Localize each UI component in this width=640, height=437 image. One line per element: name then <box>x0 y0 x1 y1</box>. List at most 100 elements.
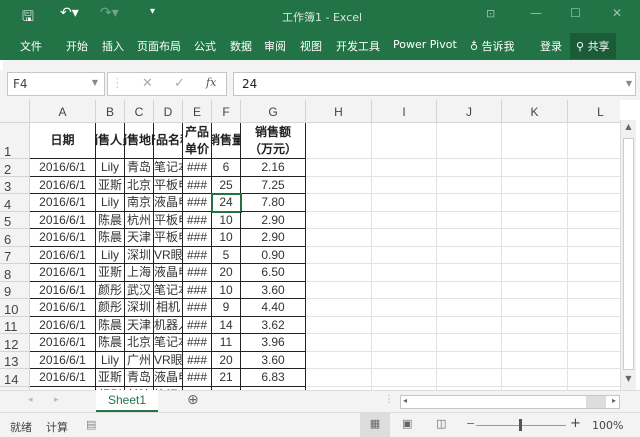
row-header[interactable]: 13 <box>0 351 30 369</box>
scroll-down-icon[interactable]: ▼ <box>622 374 635 388</box>
cell[interactable]: 平板电脑 <box>154 211 183 229</box>
row-header[interactable]: 8 <box>0 264 30 282</box>
empty-cell[interactable] <box>502 246 568 264</box>
column-header[interactable]: A <box>30 100 96 123</box>
cell[interactable]: 6 <box>212 159 241 177</box>
column-header[interactable]: J <box>437 100 502 123</box>
empty-cell[interactable] <box>568 247 620 264</box>
cell[interactable]: VR眼镜 <box>154 246 183 264</box>
column-header[interactable]: L <box>568 100 620 123</box>
formula-input[interactable]: 24 <box>233 72 636 96</box>
cell[interactable]: 2016/6/1 <box>30 159 96 177</box>
cell[interactable]: 6.50 <box>241 264 306 282</box>
cell[interactable]: 青岛 <box>125 159 154 177</box>
empty-cell[interactable] <box>502 176 568 194</box>
empty-cell[interactable] <box>306 229 372 247</box>
vertical-scrollbar[interactable]: ▲ ▼ <box>620 120 636 390</box>
column-header[interactable]: F <box>212 100 241 123</box>
column-header[interactable]: D <box>154 100 183 123</box>
expand-formula-icon[interactable]: ▼ <box>626 79 632 88</box>
cell[interactable]: 2016/6/1 <box>30 299 96 317</box>
zoom-in-icon[interactable]: + <box>570 416 581 431</box>
ribbon-display-icon[interactable]: ⊡ <box>486 7 495 20</box>
cell[interactable]: 亚斯 <box>96 369 125 387</box>
empty-cell[interactable] <box>306 246 372 264</box>
header-cell[interactable]: 销售量 <box>212 123 241 159</box>
cell[interactable]: 广州 <box>125 351 154 369</box>
zoom-out-icon[interactable]: − <box>466 417 475 430</box>
cell[interactable]: 液晶电视 <box>154 264 183 282</box>
cell[interactable]: ### <box>183 211 212 229</box>
empty-cell[interactable] <box>568 159 620 177</box>
row-header[interactable]: 9 <box>0 281 30 299</box>
column-header[interactable]: I <box>372 100 437 123</box>
column-header[interactable]: E <box>183 100 212 123</box>
empty-cell[interactable] <box>437 299 502 317</box>
column-header[interactable]: C <box>125 100 154 123</box>
cell[interactable]: 陈晨 <box>96 316 125 334</box>
empty-cell[interactable] <box>306 211 372 229</box>
tab-developer[interactable]: 开发工具 <box>336 38 380 54</box>
empty-cell[interactable] <box>306 176 372 194</box>
empty-cell[interactable] <box>568 264 620 282</box>
name-box[interactable]: F4 ▼ <box>7 72 105 96</box>
normal-view-icon[interactable]: ▦ <box>360 413 390 437</box>
cell[interactable]: 20 <box>212 264 241 282</box>
empty-cell[interactable] <box>306 123 372 159</box>
cell[interactable]: 2016/6/1 <box>30 211 96 229</box>
cell[interactable]: 天津 <box>125 316 154 334</box>
cell[interactable]: 2016/6/1 <box>30 351 96 369</box>
header-cell[interactable]: 销售人员 <box>96 123 125 159</box>
cell[interactable]: ### <box>183 334 212 352</box>
cell[interactable]: 2.90 <box>241 211 306 229</box>
empty-cell[interactable] <box>437 369 502 387</box>
empty-cell[interactable] <box>437 229 502 247</box>
cell[interactable]: 北京 <box>125 176 154 194</box>
empty-cell[interactable] <box>502 369 568 387</box>
empty-cell[interactable] <box>372 123 437 159</box>
cell[interactable]: 2.90 <box>241 229 306 247</box>
cell[interactable]: 2016/6/1 <box>30 176 96 194</box>
header-cell[interactable]: 产品 单价 <box>183 123 212 159</box>
cell[interactable]: 6.83 <box>241 369 306 387</box>
empty-cell[interactable] <box>306 194 372 212</box>
cell[interactable]: 相机 <box>154 299 183 317</box>
zoom-slider-thumb[interactable] <box>519 419 522 431</box>
cell[interactable]: 陈晨 <box>96 211 125 229</box>
cell[interactable]: 笔记本 <box>154 159 183 177</box>
row-header[interactable]: 4 <box>0 194 30 212</box>
cell[interactable]: 0.90 <box>241 246 306 264</box>
row-header[interactable]: 10 <box>0 299 30 317</box>
empty-cell[interactable] <box>437 316 502 334</box>
cell[interactable]: 3.62 <box>241 316 306 334</box>
cell[interactable]: 4.40 <box>241 299 306 317</box>
maximize-icon[interactable]: ☐ <box>570 6 581 20</box>
column-header[interactable]: K <box>502 100 568 123</box>
empty-cell[interactable] <box>502 334 568 352</box>
save-icon[interactable]: 🖫 <box>22 6 34 30</box>
tab-view[interactable]: 视图 <box>300 38 322 54</box>
header-cell[interactable]: 日期 <box>30 123 96 159</box>
zoom-level[interactable]: 100% <box>592 419 623 432</box>
cell[interactable]: 24 <box>211 193 242 213</box>
empty-cell[interactable] <box>372 211 437 229</box>
empty-cell[interactable] <box>437 351 502 369</box>
tab-power-pivot[interactable]: Power Pivot <box>393 38 457 51</box>
cell[interactable]: 亚斯 <box>96 176 125 194</box>
row-header[interactable]: 14 <box>0 369 30 387</box>
empty-cell[interactable] <box>306 264 372 282</box>
page-layout-view-icon[interactable]: ▣ <box>402 417 412 430</box>
enter-icon[interactable]: ✓ <box>174 76 185 91</box>
chevron-down-icon[interactable]: ▼ <box>92 78 98 87</box>
cell[interactable]: 南京 <box>125 194 154 212</box>
empty-cell[interactable] <box>306 351 372 369</box>
vertical-scroll-thumb[interactable] <box>623 138 634 370</box>
cell[interactable]: VR眼镜 <box>154 351 183 369</box>
header-cell[interactable]: 产品名称 <box>154 123 183 159</box>
empty-cell[interactable] <box>306 369 372 387</box>
cell[interactable]: 2016/6/1 <box>30 334 96 352</box>
row-header[interactable]: 11 <box>0 316 30 334</box>
cell[interactable]: 2016/6/1 <box>30 229 96 247</box>
cell[interactable]: Lily <box>96 194 125 212</box>
empty-cell[interactable] <box>306 334 372 352</box>
